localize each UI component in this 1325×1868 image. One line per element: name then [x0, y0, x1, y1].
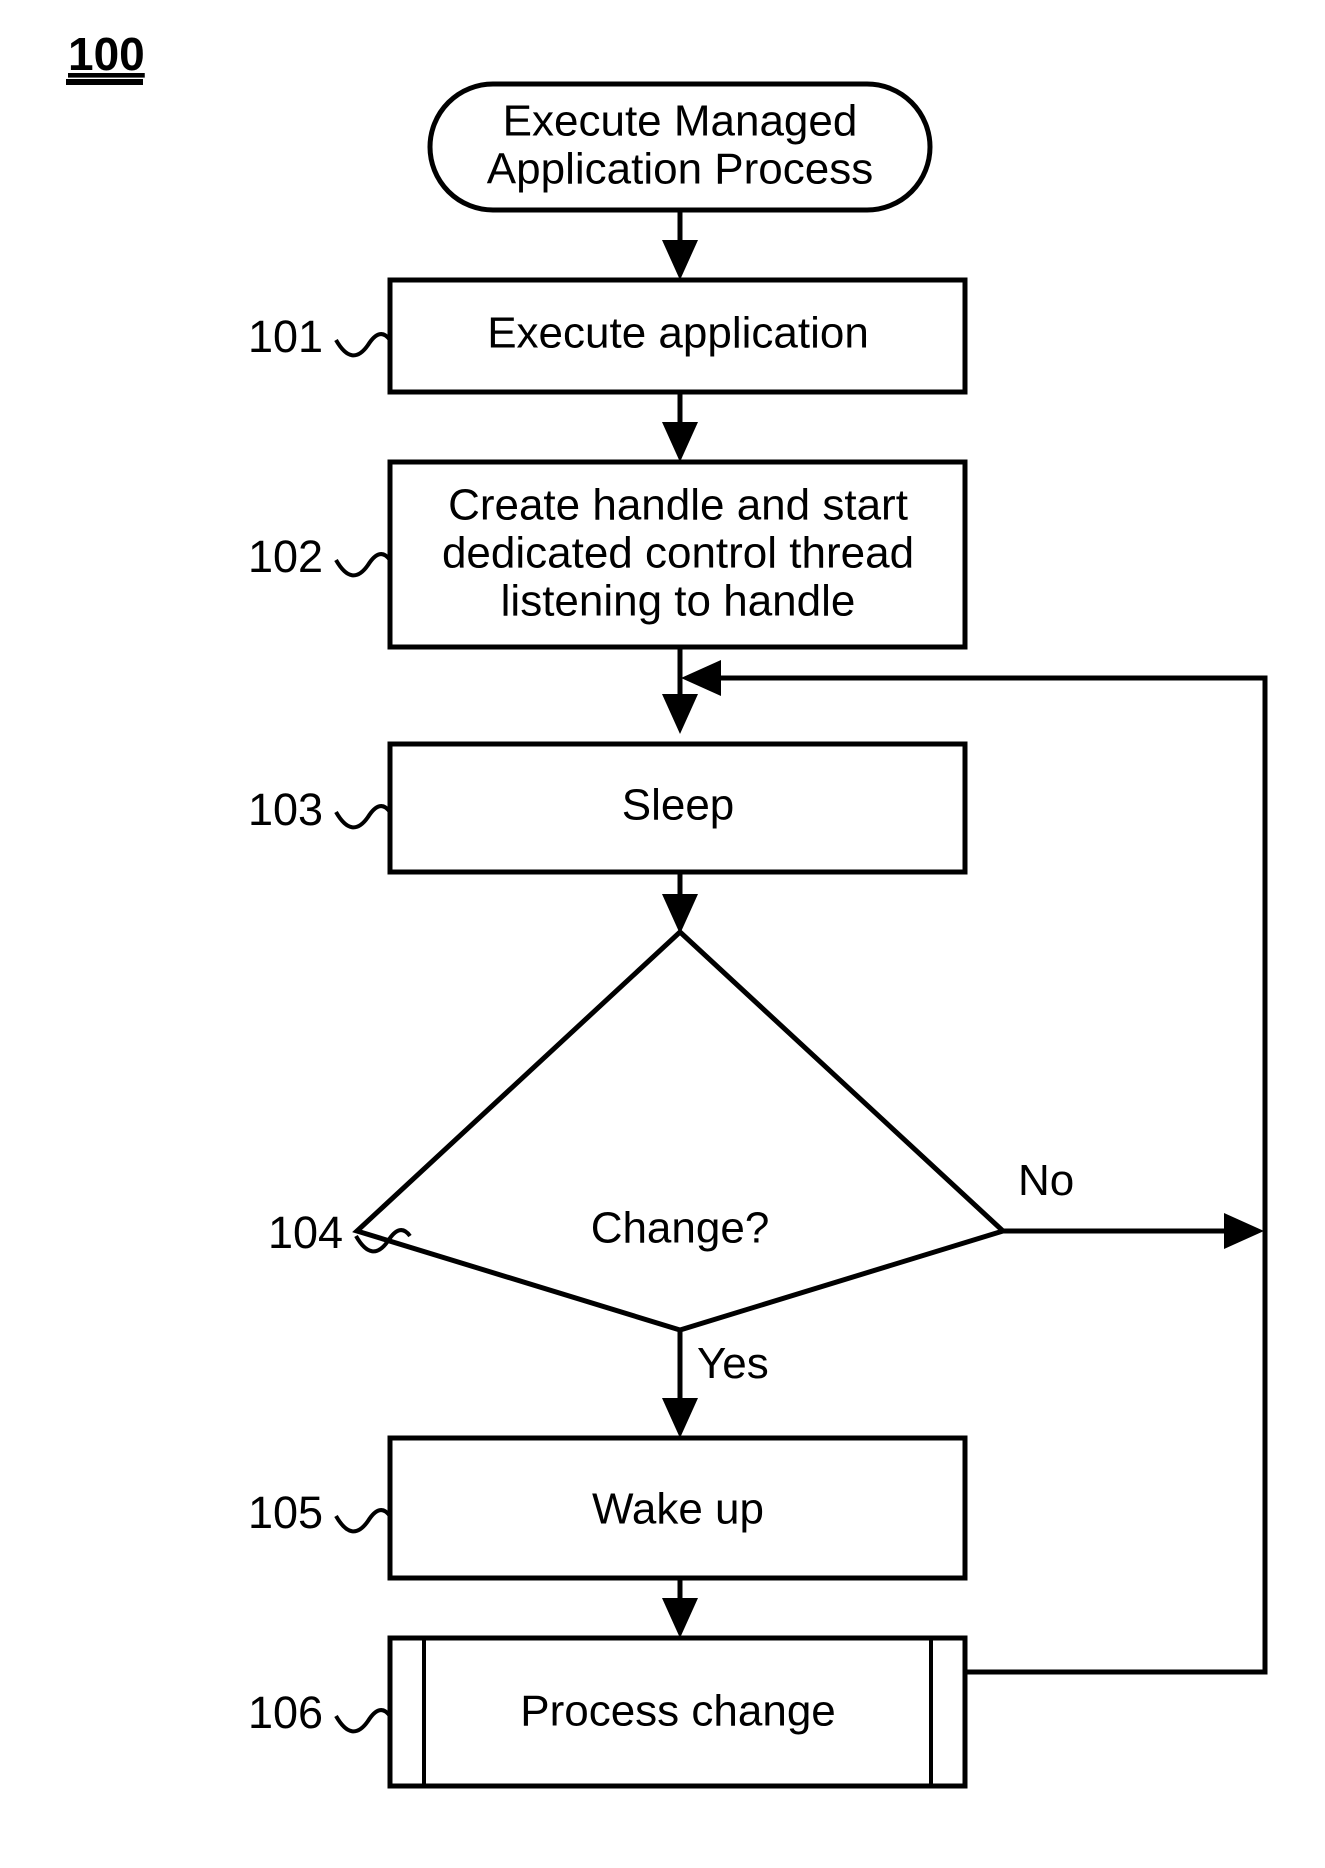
figure-page: 100 Execute Managed Application Process …	[0, 0, 1325, 1868]
step-106-label: Process change	[520, 1687, 836, 1736]
step-104-label: Change?	[591, 1204, 770, 1253]
step-102-ref: 102	[248, 531, 323, 582]
figure-number: 100	[66, 28, 145, 85]
step-105-ref: 105	[248, 1487, 323, 1538]
step-101-ref: 101	[248, 311, 323, 362]
step-104-shape	[352, 928, 1008, 1333]
step-101-label: Execute application	[487, 309, 869, 358]
branch-no: No	[1003, 1156, 1264, 1249]
arrow-101-to-102	[662, 392, 698, 462]
step-102-label-line-3: listening to handle	[501, 577, 856, 626]
branch-no-label: No	[1018, 1156, 1074, 1205]
arrow-start-to-101	[662, 210, 698, 280]
step-105-label: Wake up	[592, 1485, 764, 1534]
branch-yes-label: Yes	[697, 1339, 769, 1388]
step-106-ref: 106	[248, 1687, 323, 1738]
arrow-102-to-103	[662, 647, 698, 734]
step-102-label-line-2: dedicated control thread	[442, 529, 914, 578]
node-start: Execute Managed Application Process	[427, 81, 933, 213]
node-step-102: Create handle and start dedicated contro…	[248, 459, 968, 650]
node-step-105: Wake up 105	[248, 1435, 968, 1581]
node-step-103: Sleep 103	[248, 741, 968, 875]
flowchart-canvas: 100 Execute Managed Application Process …	[66, 28, 1268, 1789]
arrow-105-to-106	[662, 1578, 698, 1638]
step-102-label-line-1: Create handle and start	[448, 481, 908, 530]
step-103-label: Sleep	[622, 781, 735, 830]
node-step-106: Process change 106	[248, 1635, 968, 1789]
step-104-ref: 104	[268, 1207, 343, 1258]
node-step-101: Execute application 101	[248, 277, 968, 395]
step-103-ref: 103	[248, 784, 323, 835]
arrow-103-to-104	[662, 872, 698, 934]
start-label-line-2: Application Process	[487, 145, 873, 194]
figure-number-text: 100	[68, 28, 145, 80]
start-label-line-1: Execute Managed	[503, 97, 858, 146]
node-step-104: Change? 104	[268, 928, 1008, 1333]
branch-yes: Yes	[662, 1330, 769, 1438]
